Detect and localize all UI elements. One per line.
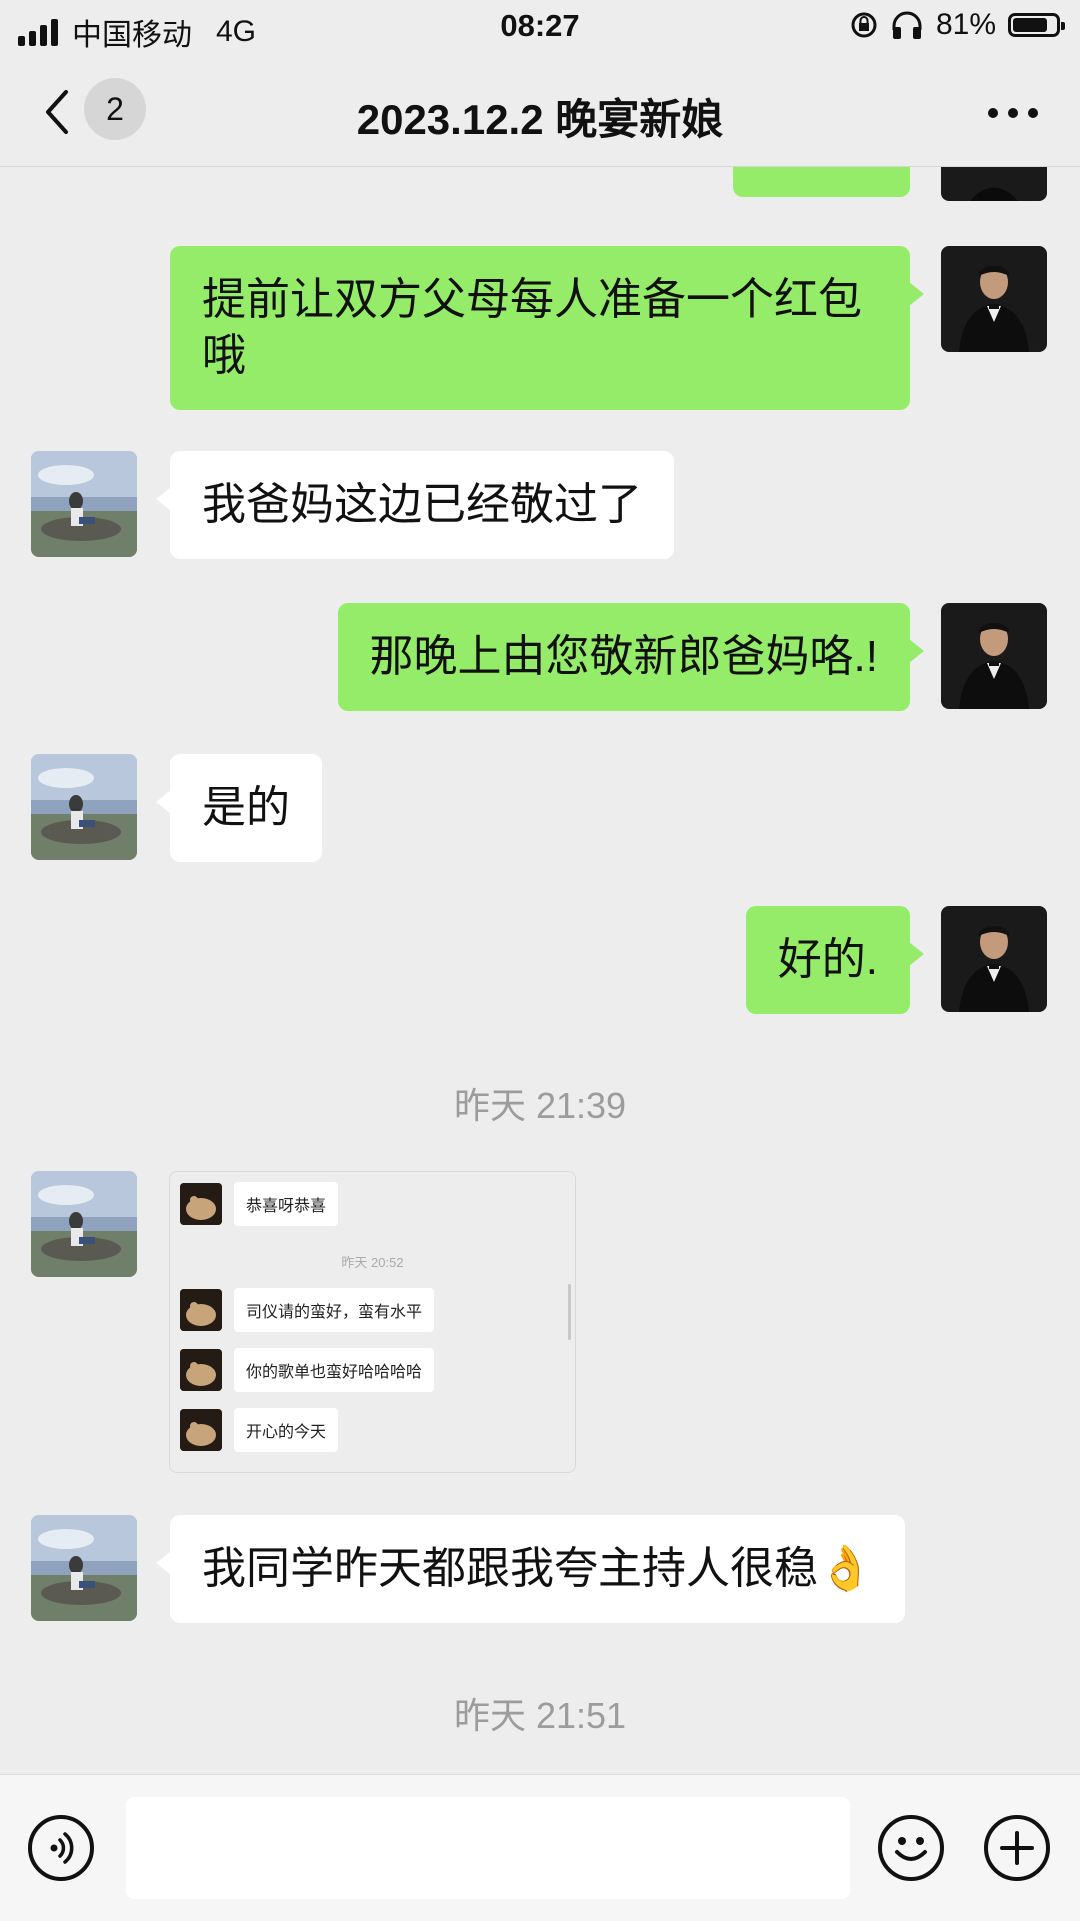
contact-avatar[interactable] — [31, 451, 137, 557]
emoji-icon[interactable] — [878, 1815, 944, 1881]
mini-message: 恭喜呀恭喜 — [234, 1182, 339, 1226]
mini-avatar — [180, 1289, 222, 1331]
voice-icon[interactable] — [28, 1815, 94, 1881]
mini-message: 开心的今天 — [234, 1408, 339, 1452]
mini-message: 你的歌单也蛮好哈哈哈哈 — [234, 1348, 435, 1392]
battery-percent: 81% — [935, 8, 996, 41]
message-input[interactable] — [126, 1797, 850, 1899]
mini-scrollbar — [568, 1284, 571, 1340]
message-bubble-mine[interactable]: 那晚上由您敬新郎爸妈咯.! — [337, 603, 925, 711]
list-item: 你的歌单也蛮好哈哈哈哈 — [180, 1348, 435, 1392]
message-timestamp: 昨天 21:51 — [453, 1695, 627, 1736]
my-avatar[interactable] — [941, 603, 1047, 709]
my-avatar[interactable] — [941, 167, 1047, 201]
chat-title: 2023.12.2 晚宴新娘 — [356, 96, 724, 143]
mini-timestamp: 昨天 20:52 — [341, 1255, 404, 1270]
rotation-lock-icon — [851, 12, 877, 38]
message-bubble-theirs[interactable]: 我爸妈这边已经敬过了 — [156, 451, 674, 559]
list-item: 开心的今天 — [180, 1408, 339, 1452]
mini-message: 司仪请的蛮好，蛮有水平 — [234, 1288, 435, 1332]
list-item: 司仪请的蛮好，蛮有水平 — [180, 1288, 435, 1332]
mini-avatar — [180, 1409, 222, 1451]
chat-area[interactable]: 提前让双方父母每人准备一个红包哦 我爸妈这边已经敬过了 那晚上由您敬新郎爸妈咯.… — [0, 167, 1080, 1773]
mini-avatar — [180, 1349, 222, 1391]
list-item: 恭喜呀恭喜 — [180, 1182, 339, 1226]
message-timestamp: 昨天 21:39 — [453, 1085, 627, 1126]
input-bar — [0, 1774, 1080, 1921]
headphones-icon — [892, 11, 922, 39]
message-bubble-theirs[interactable]: 是的 — [156, 754, 322, 862]
message-bubble-mine[interactable]: 提前让双方父母每人准备一个红包哦 — [170, 246, 924, 410]
contact-avatar[interactable] — [31, 1515, 137, 1621]
message-bubble-theirs[interactable]: 我同学昨天都跟我夸主持人很稳👌 — [156, 1515, 905, 1623]
status-bar: 中国移动 4G 08:27 81% — [0, 0, 1080, 56]
mini-avatar — [180, 1183, 222, 1225]
more-dots-icon[interactable] — [988, 108, 1038, 118]
message-bubble-mine[interactable]: 好的. — [745, 906, 925, 1014]
battery-icon — [1008, 13, 1065, 37]
contact-avatar[interactable] — [31, 754, 137, 860]
message-bubble-partial[interactable] — [733, 167, 910, 197]
plus-icon[interactable] — [984, 1815, 1050, 1881]
status-right: 81% — [850, 8, 1065, 42]
chat-header: 2 2023.12.2 晚宴新娘 — [0, 56, 1080, 167]
contact-avatar[interactable] — [31, 1171, 137, 1277]
forwarded-screenshot-image[interactable]: 恭喜呀恭喜 昨天 20:52 司仪请的蛮好，蛮有水平 你的歌单也蛮好哈哈哈哈 开… — [169, 1171, 576, 1473]
my-avatar[interactable] — [941, 246, 1047, 352]
my-avatar[interactable] — [941, 906, 1047, 1012]
